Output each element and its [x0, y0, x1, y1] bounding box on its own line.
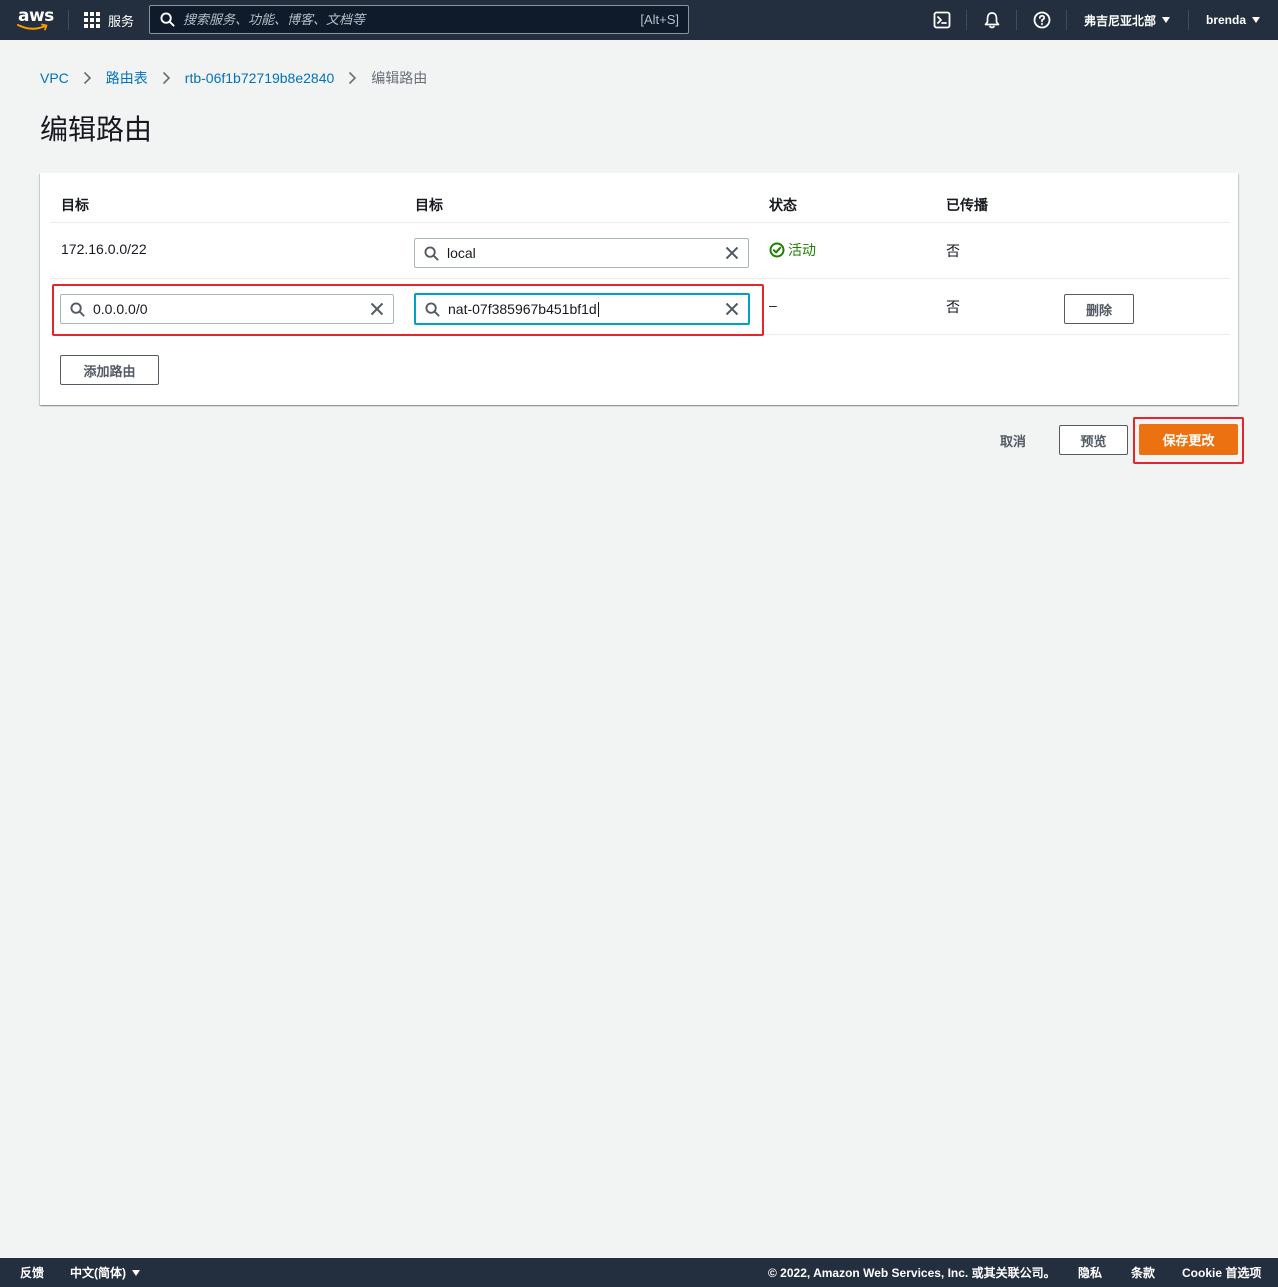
footer: 反馈 中文(简体) © 2022, Amazon Web Services, I… [0, 1258, 1278, 1287]
breadcrumb-route-table-id[interactable]: rtb-06f1b72719b8e2840 [185, 70, 334, 86]
nav-divider [1066, 10, 1067, 30]
grid-icon [84, 12, 100, 28]
preview-button[interactable]: 预览 [1059, 425, 1128, 455]
cookie-preferences-link[interactable]: Cookie 首选项 [1182, 1258, 1261, 1287]
close-icon[interactable] [370, 302, 384, 316]
search-icon [160, 12, 175, 27]
search-icon [424, 245, 439, 261]
propagated-value: 否 [946, 243, 960, 259]
user-menu[interactable]: brenda [1206, 0, 1261, 40]
target-input-value: local [447, 245, 476, 261]
nav-divider [1188, 10, 1189, 30]
language-selector[interactable]: 中文(简体) [70, 1258, 140, 1287]
region-label: 弗吉尼亚北部 [1084, 13, 1157, 28]
global-search[interactable]: [Alt+S] [149, 5, 689, 34]
status-text: 活动 [788, 242, 816, 258]
help-icon [1033, 11, 1051, 29]
help-button[interactable] [1032, 10, 1052, 30]
cloudshell-icon [933, 11, 951, 29]
nav-divider [68, 10, 69, 30]
chevron-right-icon [162, 71, 171, 85]
services-label: 服务 [108, 13, 135, 29]
user-label: brenda [1206, 13, 1247, 27]
top-navigation: aws 服务 [Alt+S] [0, 0, 1278, 40]
page-title: 编辑路由 [40, 114, 153, 145]
nav-divider [966, 10, 967, 30]
caret-down-icon [1162, 17, 1171, 23]
search-icon [70, 301, 85, 317]
divider [50, 334, 1230, 335]
nav-divider [1016, 10, 1017, 30]
target-input[interactable]: nat-07f385967b451bf1d [414, 293, 750, 325]
feedback-link[interactable]: 反馈 [20, 1258, 44, 1287]
caret-down-icon [132, 1269, 140, 1276]
chevron-right-icon [348, 71, 357, 85]
column-header-target: 目标 [415, 197, 443, 213]
aws-logo[interactable]: aws [16, 6, 54, 34]
text-cursor [597, 302, 599, 318]
breadcrumb-vpc[interactable]: VPC [40, 70, 69, 86]
bell-icon [984, 12, 1000, 29]
check-circle-icon [769, 242, 785, 258]
status-badge: 活动 [769, 240, 816, 260]
target-input[interactable]: local [414, 238, 749, 268]
close-icon[interactable] [725, 246, 739, 260]
copyright-text: © 2022, Amazon Web Services, Inc. 或其关联公司… [768, 1266, 1056, 1280]
cloudshell-button[interactable] [932, 10, 952, 30]
destination-input-value: 0.0.0.0/0 [93, 301, 148, 317]
column-header-destination: 目标 [61, 197, 89, 213]
breadcrumb: VPC 路由表 rtb-06f1b72719b8e2840 编辑路由 [40, 68, 427, 88]
route-destination: 172.16.0.0/22 [61, 241, 147, 257]
divider [50, 278, 1230, 279]
propagated-value: 否 [946, 299, 960, 315]
services-menu-button[interactable]: 服务 [84, 0, 134, 40]
breadcrumb-route-tables[interactable]: 路由表 [106, 68, 148, 88]
search-shortcut: [Alt+S] [640, 12, 679, 27]
language-label: 中文(简体) [70, 1266, 126, 1280]
destination-input[interactable]: 0.0.0.0/0 [60, 294, 394, 324]
caret-down-icon [1252, 17, 1261, 23]
divider [50, 222, 1230, 223]
save-changes-button[interactable]: 保存更改 [1139, 424, 1238, 455]
remove-route-button[interactable]: 删除 [1064, 294, 1134, 324]
cancel-button[interactable]: 取消 [990, 425, 1036, 455]
aws-smile-icon [17, 23, 48, 31]
chevron-right-icon [83, 71, 92, 85]
notifications-button[interactable] [982, 10, 1002, 30]
privacy-link[interactable]: 隐私 [1078, 1258, 1102, 1287]
global-search-input[interactable] [183, 12, 641, 27]
column-header-propagated: 已传播 [946, 197, 988, 213]
routes-container: 目标 目标 状态 已传播 172.16.0.0/22 local 活动 否 0.… [40, 173, 1238, 405]
breadcrumb-current: 编辑路由 [371, 70, 428, 86]
search-icon [425, 301, 440, 317]
column-header-status: 状态 [769, 197, 797, 213]
close-icon[interactable] [725, 302, 739, 316]
add-route-button[interactable]: 添加路由 [60, 355, 159, 385]
terms-link[interactable]: 条款 [1131, 1258, 1155, 1287]
target-input-value: nat-07f385967b451bf1d [448, 300, 597, 317]
region-selector[interactable]: 弗吉尼亚北部 [1084, 0, 1171, 40]
status-text: – [769, 297, 777, 313]
